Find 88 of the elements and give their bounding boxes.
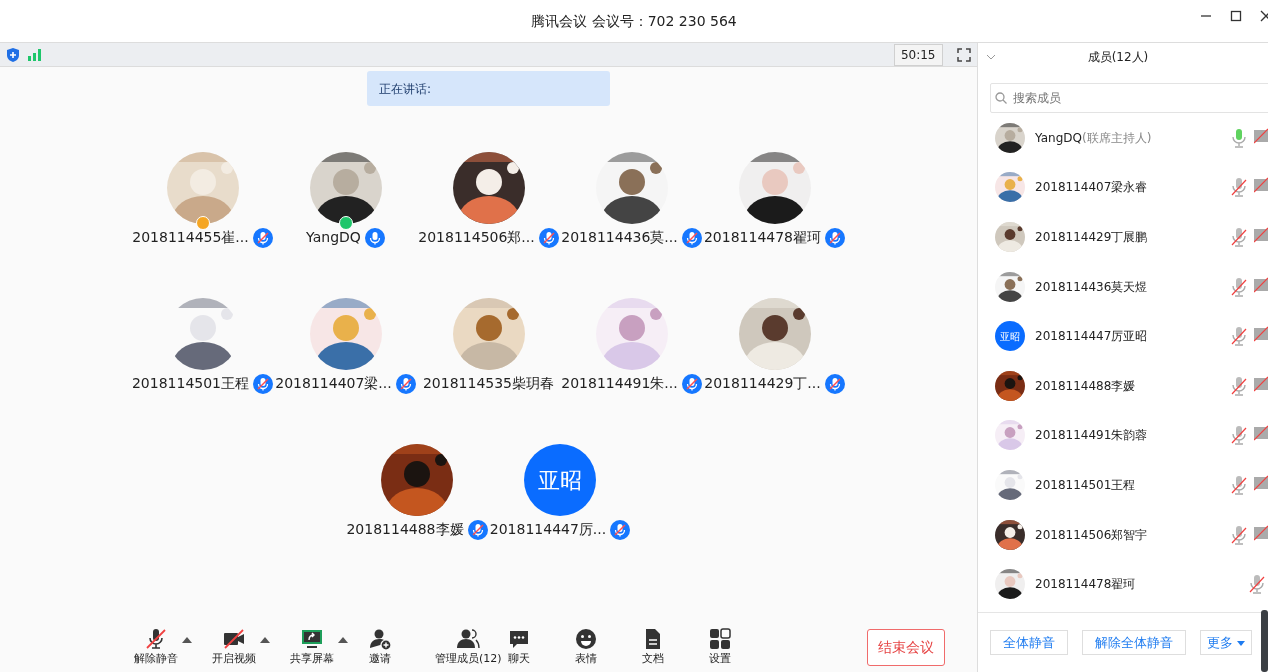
mute-action-button[interactable]: 全体静音 bbox=[990, 629, 1068, 656]
invite-button[interactable]: 邀请 bbox=[368, 626, 392, 668]
grid-icon bbox=[708, 626, 732, 651]
muted-mic-icon[interactable] bbox=[681, 373, 702, 394]
participant-name: YangDQ bbox=[306, 228, 361, 247]
speaking-indicator: 正在讲话: bbox=[367, 71, 610, 106]
muted-camera-icon[interactable] bbox=[1254, 276, 1268, 293]
caret-icon[interactable] bbox=[260, 637, 270, 643]
muted-mic-icon[interactable] bbox=[1230, 474, 1248, 495]
video-button[interactable]: 开启视频 bbox=[212, 626, 256, 668]
muted-camera-icon[interactable] bbox=[1254, 127, 1268, 144]
member-name: 2018114447厉亚昭 bbox=[1035, 328, 1148, 346]
participant-name: 2018114535柴玥春 bbox=[422, 374, 555, 393]
muted-mic-icon[interactable] bbox=[1230, 326, 1248, 347]
member-name: 2018114506郑智宇 bbox=[1035, 526, 1148, 544]
fullscreen-icon[interactable] bbox=[957, 47, 971, 62]
muted-mic-icon[interactable] bbox=[1230, 524, 1248, 545]
share-button[interactable]: 共享屏幕 bbox=[290, 626, 334, 668]
member-name: 2018114488李媛 bbox=[1035, 377, 1136, 395]
chevron-down-icon[interactable] bbox=[986, 54, 996, 60]
avatar: 亚昭 bbox=[524, 444, 596, 516]
muted-mic-icon[interactable] bbox=[1230, 276, 1248, 297]
muted-camera-icon[interactable] bbox=[1254, 425, 1268, 442]
role-note: (联席主持人) bbox=[1081, 130, 1152, 145]
muted-mic-icon[interactable] bbox=[610, 519, 631, 540]
participant-name: 2018114407梁... bbox=[275, 374, 392, 393]
participant-name: 2018114491朱... bbox=[561, 374, 678, 393]
mic-icon[interactable] bbox=[364, 227, 385, 248]
muted-mic-icon[interactable] bbox=[1230, 425, 1248, 446]
participant-name: 2018114429丁... bbox=[704, 374, 821, 393]
member-name: 2018114491朱韵蓉 bbox=[1035, 427, 1148, 445]
people-icon bbox=[456, 626, 481, 651]
muted-mic-icon[interactable] bbox=[467, 519, 488, 540]
member-name: 2018114478翟珂 bbox=[1035, 576, 1136, 594]
search-icon bbox=[995, 92, 1007, 104]
muted-mic-icon[interactable] bbox=[252, 227, 273, 248]
muted-mic-icon[interactable] bbox=[395, 373, 416, 394]
mic-button[interactable]: 解除静音 bbox=[134, 626, 178, 668]
participant-name: 2018114506郑... bbox=[418, 228, 535, 247]
muted-camera-icon[interactable] bbox=[1254, 474, 1268, 491]
member-name: 2018114501王程 bbox=[1035, 476, 1136, 494]
volume-meter bbox=[1261, 610, 1268, 672]
settings-button[interactable]: 设置 bbox=[708, 626, 732, 668]
muted-mic-icon[interactable] bbox=[538, 227, 559, 248]
member-name: 2018114429丁展鹏 bbox=[1035, 229, 1148, 246]
shield-icon[interactable] bbox=[6, 46, 20, 63]
panel-title: 成员(12人) bbox=[1086, 49, 1150, 66]
muted-camera-icon[interactable] bbox=[1254, 326, 1268, 343]
participant-name: 2018114501王程 bbox=[131, 374, 250, 393]
participant-name: 2018114478翟珂 bbox=[703, 228, 822, 247]
more-button[interactable]: 更多 bbox=[1200, 629, 1253, 656]
end-meeting-button[interactable]: 结束会议 bbox=[867, 628, 945, 666]
docs-button[interactable]: 文档 bbox=[641, 626, 665, 668]
participant-name: 2018114488李媛 bbox=[346, 520, 464, 539]
search-input[interactable]: 搜索成员 bbox=[1011, 88, 1211, 108]
muted-mic-icon[interactable] bbox=[824, 373, 845, 394]
caret-icon[interactable] bbox=[182, 637, 192, 643]
meeting-timer: 50:15 bbox=[893, 43, 943, 66]
muted-camera-icon[interactable] bbox=[1254, 524, 1268, 541]
muted-mic-icon[interactable] bbox=[1248, 574, 1266, 595]
close-icon[interactable] bbox=[1260, 10, 1268, 22]
muted-mic-icon[interactable] bbox=[1230, 227, 1248, 247]
participant-name: 2018114436莫... bbox=[561, 228, 678, 247]
mute-action-button[interactable]: 解除全体静音 bbox=[1082, 629, 1186, 656]
muted-mic-icon[interactable] bbox=[825, 227, 846, 248]
muted-mic-icon[interactable] bbox=[681, 227, 702, 248]
search-field[interactable]: 搜索成员 bbox=[990, 83, 1268, 113]
mic-icon[interactable] bbox=[1230, 127, 1248, 148]
caret-icon[interactable] bbox=[338, 637, 348, 643]
muted-camera-icon[interactable] bbox=[1254, 375, 1268, 392]
muted-camera-icon[interactable] bbox=[1254, 227, 1268, 243]
participant-name: 2018114447厉... bbox=[489, 520, 607, 539]
members-button[interactable]: 管理成员(12) bbox=[435, 626, 502, 668]
window-title: 腾讯会议 会议号：702 230 564 bbox=[531, 11, 737, 31]
muted-mic-icon[interactable] bbox=[1230, 375, 1248, 396]
member-name: 2018114407梁永睿 bbox=[1035, 179, 1148, 197]
avatar: 亚昭 bbox=[995, 321, 1025, 352]
member-name: YangDQ bbox=[1035, 130, 1082, 145]
maximize-icon[interactable] bbox=[1230, 10, 1242, 22]
chat-button[interactable]: 聊天 bbox=[507, 626, 531, 668]
muted-mic-icon[interactable] bbox=[253, 373, 274, 394]
muted-camera-icon[interactable] bbox=[1254, 177, 1268, 194]
caret-icon bbox=[1237, 640, 1246, 646]
smiley-icon bbox=[574, 626, 598, 651]
participant-name: 2018114455崔... bbox=[132, 228, 249, 247]
muted-mic-icon[interactable] bbox=[1230, 177, 1248, 198]
emoji-button[interactable]: 表情 bbox=[574, 626, 598, 668]
member-name: 2018114436莫天煜 bbox=[1035, 278, 1148, 296]
